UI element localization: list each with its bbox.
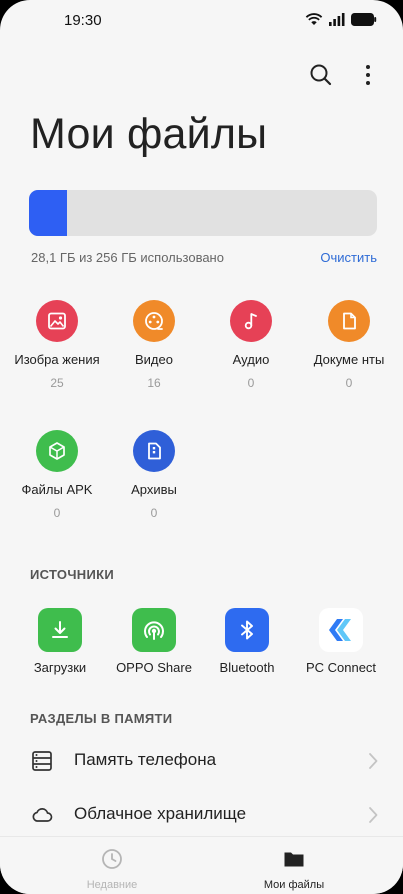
- phone-storage-icon: [32, 751, 52, 771]
- download-icon: [52, 621, 68, 638]
- memory-item-label: Память телефона: [74, 750, 217, 769]
- music-note-icon: [244, 313, 257, 330]
- source-downloads-tile: [38, 608, 82, 652]
- nav-label-recent: Недавние: [86, 879, 138, 891]
- clear-button[interactable]: Очистить: [320, 250, 377, 265]
- category-label: Файлы APK: [21, 482, 93, 497]
- pc-connect-icon: [329, 619, 351, 641]
- category-count: 16: [147, 376, 161, 390]
- status-time: 19:30: [64, 12, 102, 29]
- category-video-circle: [133, 300, 175, 342]
- category-count: 0: [53, 506, 61, 520]
- category-count: 0: [247, 376, 255, 390]
- source-label: OPPO Share: [116, 660, 192, 675]
- category-audio[interactable]: Аудио 0: [206, 300, 296, 390]
- category-label: Изобра жения: [14, 352, 100, 367]
- search-icon[interactable]: [308, 62, 334, 88]
- folder-icon: [284, 852, 304, 867]
- cloud-icon: [32, 808, 53, 822]
- category-documents-circle: [328, 300, 370, 342]
- category-label: Аудио: [232, 352, 270, 367]
- battery-icon: [351, 12, 377, 26]
- nav-tab-recent[interactable]: Недавние: [52, 847, 172, 891]
- category-images-circle: [36, 300, 78, 342]
- source-label: Bluetooth: [219, 660, 275, 675]
- oppo-share-icon: [144, 621, 164, 640]
- image-icon: [48, 312, 66, 330]
- page-title: Мои файлы: [30, 110, 268, 158]
- category-count: 0: [150, 506, 158, 520]
- memory-item-cloud[interactable]: Облачное хранилище: [0, 790, 403, 840]
- chevron-right-icon: [369, 753, 378, 769]
- memory-item-label: Облачное хранилище: [74, 804, 247, 823]
- status-icons: [305, 12, 377, 26]
- document-icon: [343, 312, 356, 330]
- storage-used-text: 28,1 ГБ из 256 ГБ использовано: [31, 250, 224, 265]
- category-documents[interactable]: Докуме нты 0: [304, 300, 394, 390]
- category-audio-circle: [230, 300, 272, 342]
- phone-screen: 19:30 Мои файлы 28,1 ГБ из 256 ГБ исполь…: [0, 0, 403, 894]
- category-images[interactable]: Изобра жения 25: [12, 300, 102, 390]
- source-label: PC Connect: [305, 660, 377, 675]
- category-count: 25: [50, 376, 64, 390]
- chevron-right-icon: [369, 807, 378, 823]
- category-label: Докуме нты: [313, 352, 385, 367]
- source-label: Загрузки: [33, 660, 87, 675]
- category-apk-circle: [36, 430, 78, 472]
- source-bluetooth-tile: [225, 608, 269, 652]
- source-pc-connect-tile: [319, 608, 363, 652]
- storage-bar[interactable]: [29, 190, 377, 236]
- storage-used-fill: [29, 190, 68, 236]
- memory-item-phone-storage[interactable]: Память телефона: [0, 736, 403, 786]
- archive-icon: [148, 442, 161, 460]
- source-pc-connect[interactable]: PC Connect: [295, 608, 387, 675]
- source-oppo-share[interactable]: OPPO Share: [108, 608, 200, 675]
- category-count: 0: [345, 376, 353, 390]
- memory-section-title: РАЗДЕЛЫ В ПАМЯТИ: [30, 711, 173, 726]
- wifi-icon: [305, 13, 323, 25]
- clock-icon: [102, 849, 122, 869]
- status-bar: 19:30: [0, 0, 403, 44]
- source-oppo-share-tile: [132, 608, 176, 652]
- bottom-navigation: Недавние Мои файлы: [0, 836, 403, 894]
- nav-tab-my-files[interactable]: Мои файлы: [234, 847, 354, 891]
- bluetooth-icon: [241, 620, 253, 640]
- nav-label-my-files: Мои файлы: [263, 879, 325, 891]
- category-archives-circle: [133, 430, 175, 472]
- sources-section-title: ИСТОЧНИКИ: [30, 567, 114, 582]
- category-label: Видео: [135, 352, 173, 367]
- video-icon: [145, 312, 163, 330]
- source-bluetooth[interactable]: Bluetooth: [201, 608, 293, 675]
- more-options-icon[interactable]: [355, 62, 381, 88]
- category-archives[interactable]: Архивы 0: [109, 430, 199, 520]
- source-downloads[interactable]: Загрузки: [14, 608, 106, 675]
- signal-icon: [329, 12, 345, 26]
- category-apk[interactable]: Файлы APK 0: [12, 430, 102, 520]
- category-video[interactable]: Видео 16: [109, 300, 199, 390]
- category-label: Архивы: [131, 482, 177, 497]
- apk-cube-icon: [49, 442, 65, 460]
